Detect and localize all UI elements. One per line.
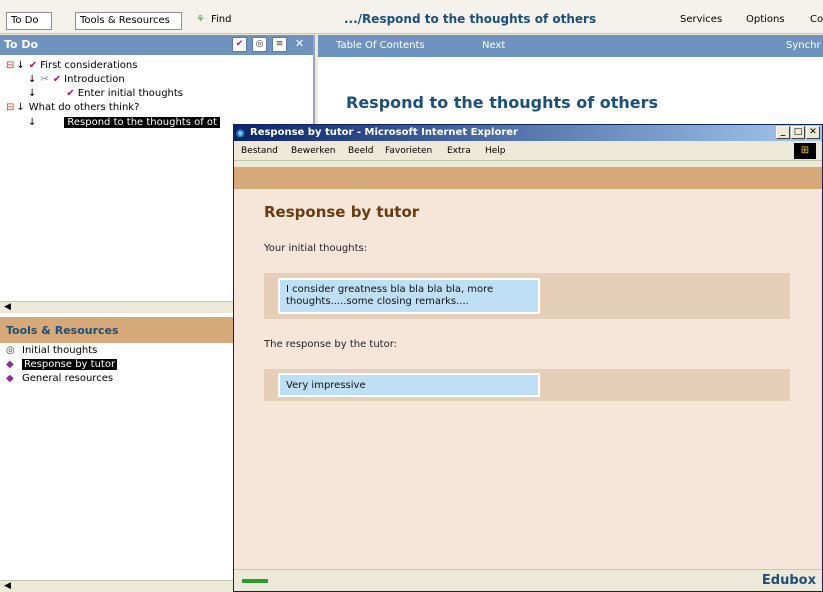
tree-item-label: What do others think? [28, 102, 140, 113]
initial-thoughts-label: Your initial thoughts: [264, 243, 368, 254]
tree-item-label: Introduction [64, 74, 125, 85]
arrow-down-icon: ↓ [16, 102, 25, 113]
tree-item-label: Enter initial thoughts [77, 88, 184, 99]
resource-item-label: General resources [22, 373, 114, 384]
tree-item[interactable]: ⊟ ↓ ✔ First considerations [6, 60, 137, 71]
tree-item[interactable]: ⊟ ↓ What do others think? [6, 102, 139, 113]
checkmark-icon: ✔ [66, 88, 75, 99]
popup-header-band [234, 167, 822, 189]
menu-services[interactable]: Services [680, 14, 722, 25]
glasses-icon[interactable]: ◎ [252, 37, 267, 52]
resource-item-label: Initial thoughts [22, 345, 98, 356]
collapse-icon[interactable]: ⊟ [6, 102, 14, 113]
menu-bestand[interactable]: Bestand [241, 141, 278, 161]
book-icon: ◆ [6, 373, 14, 384]
content-nav: Table Of Contents Next Synchr [318, 35, 823, 57]
menu-bewerken[interactable]: Bewerken [291, 141, 335, 161]
maximize-button[interactable]: □ [791, 126, 805, 139]
synchronize-link[interactable]: Synchr [786, 35, 821, 57]
resource-item-label: Response by tutor [22, 359, 118, 370]
todo-header-title: To Do [4, 38, 39, 51]
book-icon: ◆ [6, 359, 14, 370]
checkmark-icon: ✔ [52, 74, 62, 85]
page-title: .../Respond to the thoughts of others [344, 12, 597, 26]
paperclip-icon: ✂ [40, 74, 49, 85]
glasses-icon: ◎ [6, 345, 15, 356]
response-heading: Response by tutor [264, 203, 420, 221]
tutor-response-box: Very impressive [264, 369, 790, 401]
resource-item[interactable]: ◆ General resources [6, 373, 114, 384]
initial-thoughts-box: I consider greatness bla bla bla bla, mo… [264, 273, 790, 319]
list-icon[interactable]: ≡ [272, 37, 287, 52]
tutor-response-label: The response by the tutor: [264, 339, 398, 350]
menu-beeld[interactable]: Beeld [348, 141, 373, 161]
checkmark-icon: ✔ [28, 60, 38, 71]
initial-thoughts-text: I consider greatness bla bla bla bla, mo… [278, 278, 540, 314]
binoculars-icon: ⚘ [196, 14, 205, 25]
tree-item-label: First considerations [40, 60, 138, 71]
minimize-button[interactable]: _ [776, 126, 790, 139]
arrow-down-icon: ↓ [28, 117, 37, 128]
arrow-down-icon: ↓ [28, 88, 37, 99]
todo-header: To Do ✔ ◎ ≡ ✕ [0, 35, 313, 55]
tree-item[interactable]: ↓ ✔ Enter initial thoughts [28, 88, 183, 99]
close-icon[interactable]: ✕ [292, 37, 307, 52]
top-toolbar: To Do Tools & Resources ⚘ Find .../Respon… [0, 0, 823, 34]
next-link[interactable]: Next [482, 35, 505, 57]
status-bar: Edubox [234, 569, 822, 591]
internet-explorer-icon: ◉ [236, 128, 245, 139]
arrow-down-icon: ↓ [16, 60, 25, 71]
brand-logo: Edubox [761, 573, 816, 588]
find-label: Find [210, 14, 232, 25]
content-title: Respond to the thoughts of others [346, 93, 659, 112]
arrow-down-icon: ↓ [28, 74, 37, 85]
table-of-contents-link[interactable]: Table Of Contents [336, 35, 425, 57]
find-button[interactable]: ⚘ Find [196, 14, 231, 25]
tree-item-label: Respond to the thoughts of ot [64, 117, 220, 128]
checkmark-icon[interactable]: ✔ [232, 37, 247, 52]
tab-tools-resources[interactable]: Tools & Resources [75, 12, 182, 30]
popup-body: Response by tutor Your initial thoughts:… [234, 189, 822, 569]
windows-logo-icon: ⊞ [794, 143, 816, 159]
popup-window: ◉ Response by tutor - Microsoft Internet… [233, 124, 823, 592]
collapse-icon[interactable]: ⊟ [6, 60, 14, 71]
tree-item-selected[interactable]: ↓ Respond to the thoughts of ot [28, 117, 220, 128]
tutor-response-text: Very impressive [278, 373, 540, 397]
menu-extra[interactable]: Extra [447, 141, 471, 161]
resource-item-selected[interactable]: ◆ Response by tutor [6, 359, 118, 370]
status-indicator [242, 579, 268, 583]
resource-item[interactable]: ◎ Initial thoughts [6, 345, 98, 356]
tree-item[interactable]: ↓ ✂ ✔ Introduction [28, 74, 125, 85]
popup-menubar: Bestand Bewerken Beeld Favorieten Extra … [234, 141, 822, 161]
popup-titlebar[interactable]: ◉ Response by tutor - Microsoft Internet… [234, 125, 822, 141]
popup-title-text: Response by tutor - Microsoft Internet E… [250, 127, 518, 138]
menu-help[interactable]: Help [485, 141, 506, 161]
menu-favorieten[interactable]: Favorieten [385, 141, 432, 161]
menu-co[interactable]: Co [810, 14, 823, 25]
tab-todo[interactable]: To Do [6, 12, 52, 30]
menu-options[interactable]: Options [746, 14, 785, 25]
close-button[interactable]: ✕ [806, 126, 820, 139]
